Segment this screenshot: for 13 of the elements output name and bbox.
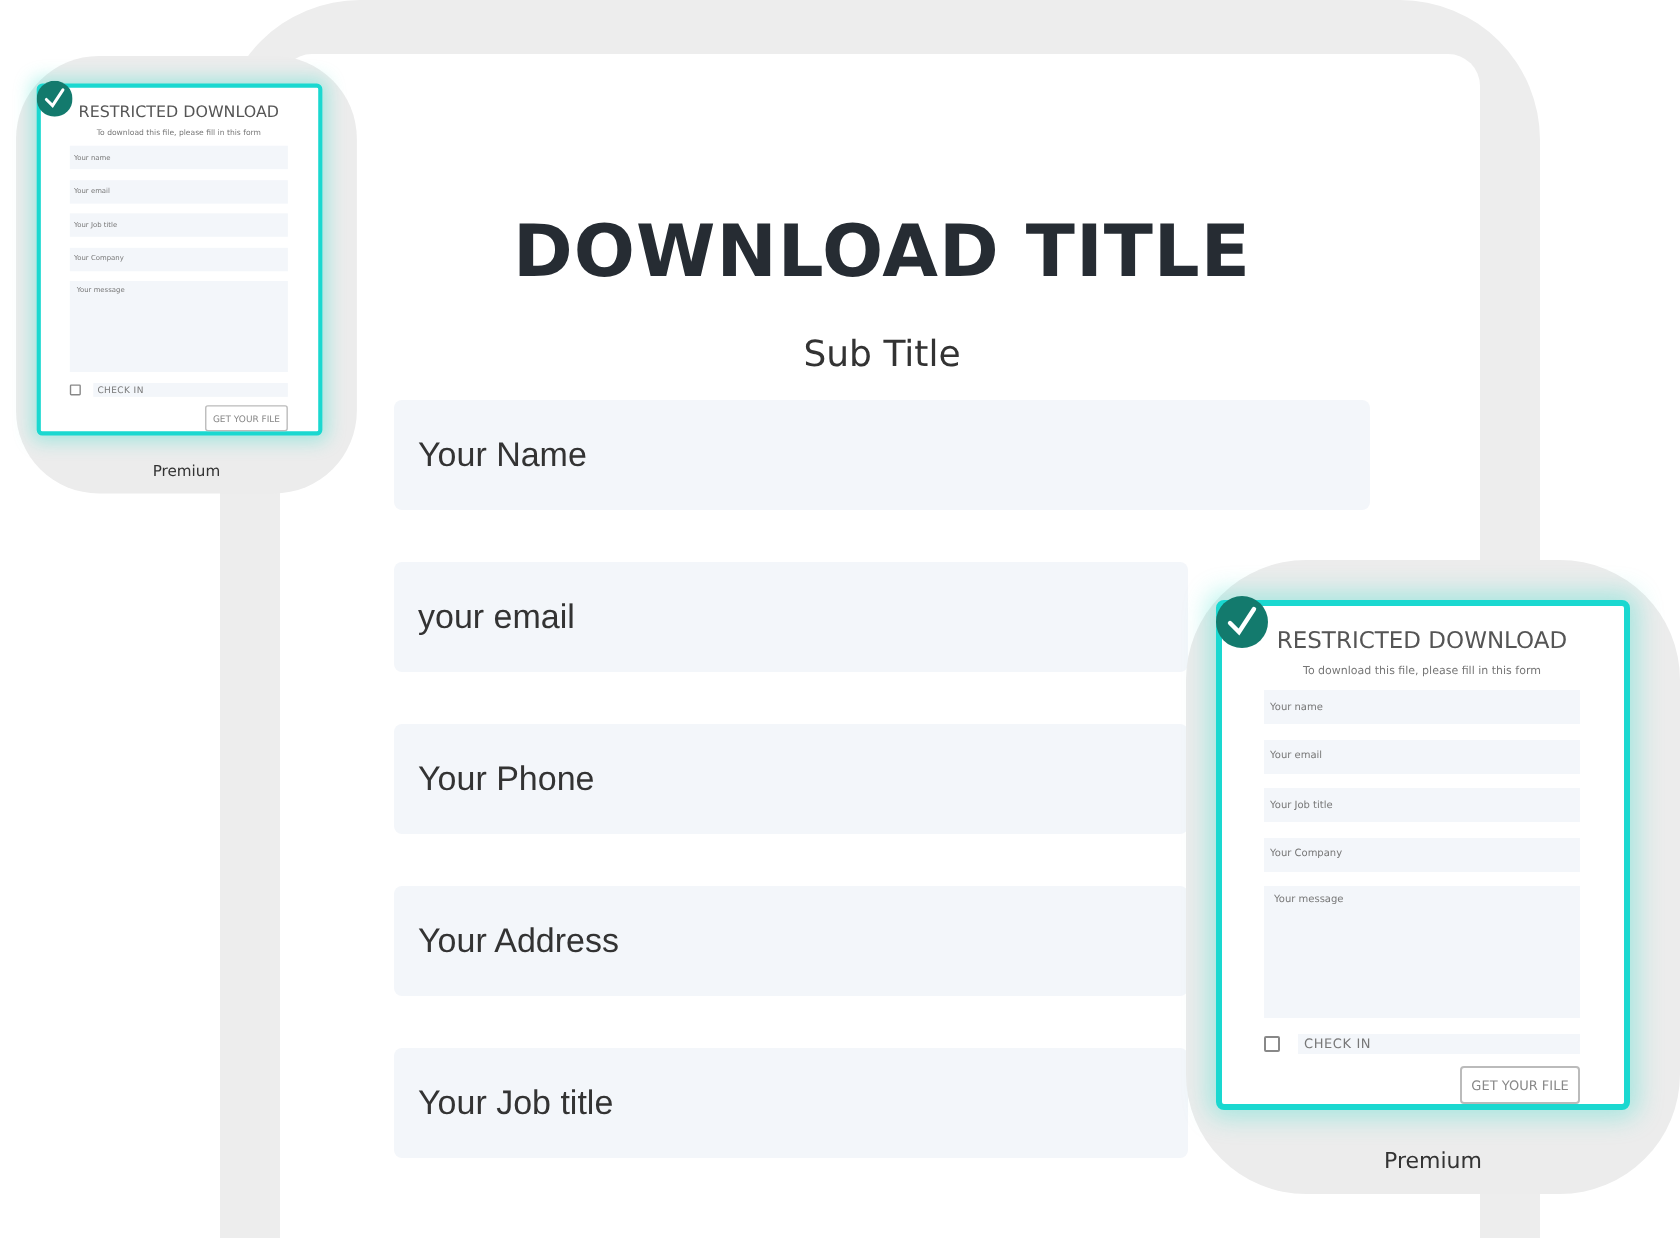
checkbox[interactable] [69,384,81,396]
template-title: RESTRICTED DOWNLOAD [1274,626,1570,654]
input-field[interactable]: Your Name [394,400,1370,510]
check-icon [36,80,73,117]
input-field[interactable]: your email [394,562,1188,672]
checkbox[interactable] [1264,1036,1280,1052]
input-field[interactable]: Your Job title [394,1048,1188,1158]
input-field[interactable]: Your Phone [394,724,1188,834]
template-caption: Premium [1382,1148,1484,1174]
form-subtitle: Sub Title [801,334,963,376]
check-icon [1216,596,1268,648]
input-field[interactable]: Your Address [394,886,1188,996]
form-title: DOWNLOAD TITLE [511,214,1253,294]
